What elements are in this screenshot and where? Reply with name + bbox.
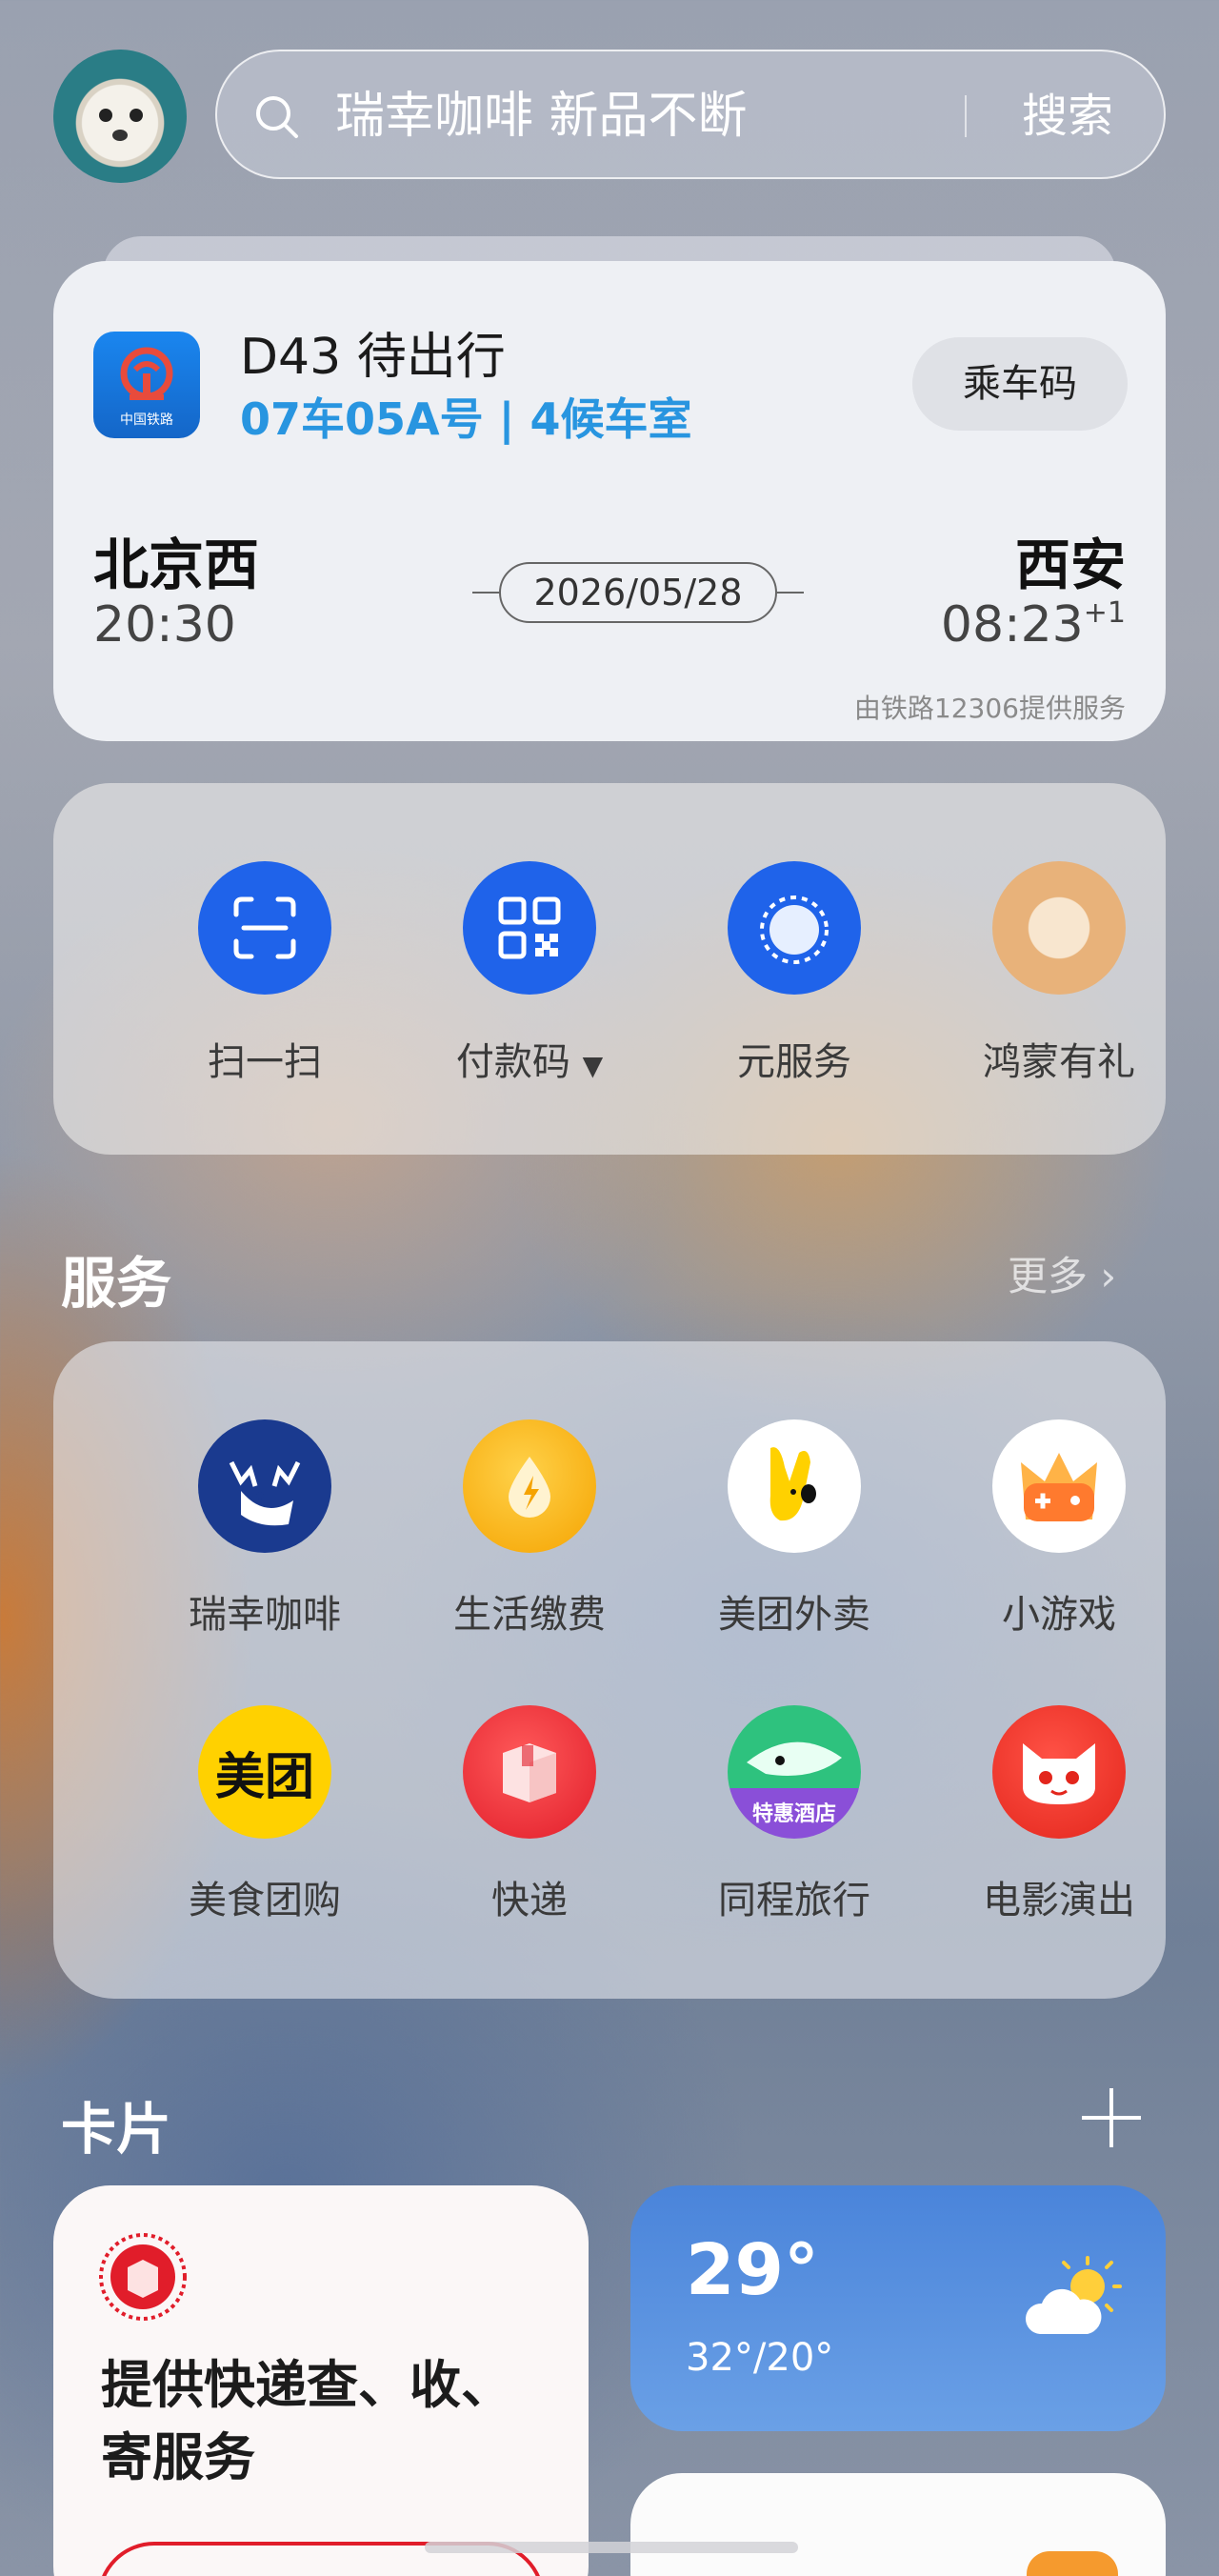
- home-indicator[interactable]: [425, 2542, 798, 2553]
- meituan-logo-text: 美团: [214, 1748, 314, 1806]
- quick-action-label: 鸿蒙有礼: [983, 1040, 1135, 1084]
- delivery-card[interactable]: 提供快递查、收、寄服务: [53, 2185, 589, 2576]
- service-label: 美团外卖: [718, 1593, 870, 1637]
- temperature-range: 32°/20°: [686, 2336, 834, 2380]
- search-bar[interactable]: 搜索: [215, 50, 1166, 179]
- tongcheng-badge: 特惠酒店: [751, 1802, 836, 1826]
- service-tongcheng-travel[interactable]: 特惠酒店 同程旅行: [670, 1705, 918, 1924]
- widget-app-icon: [1027, 2551, 1118, 2576]
- quick-action-label: 付款码 ▼: [406, 1031, 653, 1086]
- delivery-card-text: 提供快递查、收、寄服务: [101, 2355, 512, 2487]
- service-label: 电影演出: [983, 1879, 1135, 1922]
- departure-city: 北京西: [93, 533, 260, 597]
- chevron-right-icon: ›: [1100, 1253, 1117, 1299]
- meta-service-icon: [728, 861, 861, 995]
- widget-card[interactable]: [630, 2473, 1166, 2576]
- service-food-group-buy[interactable]: 美团 美食团购: [141, 1705, 389, 1924]
- quick-action-payment-code[interactable]: 付款码 ▼: [406, 861, 653, 1086]
- provider-text: 由铁路12306提供服务: [853, 693, 1126, 724]
- services-card: 瑞幸咖啡 生活缴费 美团外卖 小游戏 美团 美食团购 快递 特惠酒店 同程旅行 …: [53, 1341, 1166, 1999]
- current-temperature: 29°: [686, 2229, 819, 2311]
- service-luckin-coffee[interactable]: 瑞幸咖啡: [141, 1419, 389, 1639]
- day-offset: +1: [1083, 596, 1126, 630]
- quick-action-label: 元服务: [737, 1040, 851, 1084]
- search-button[interactable]: 搜索: [1022, 82, 1113, 151]
- chevron-down-icon[interactable]: ▼: [583, 1050, 604, 1081]
- service-label: 瑞幸咖啡: [189, 1593, 341, 1637]
- quick-action-scan[interactable]: 扫一扫: [141, 861, 389, 1086]
- arrival-time-value: 08:23: [940, 596, 1084, 654]
- luckin-coffee-icon: [198, 1419, 331, 1553]
- date-pill: 2026/05/28: [499, 562, 777, 623]
- search-icon: [256, 96, 298, 138]
- quick-action-harmony-gift[interactable]: 鸿蒙有礼: [935, 861, 1183, 1086]
- avatar-eye: [130, 109, 143, 122]
- quick-action-meta-service[interactable]: 元服务: [670, 861, 918, 1086]
- weather-card[interactable]: 29° 32°/20°: [630, 2185, 1166, 2431]
- avatar-eye: [99, 109, 112, 122]
- meituan-waimai-icon: [728, 1419, 861, 1553]
- china-railway-logo-icon: 中国铁路: [93, 332, 200, 438]
- service-label: 快递: [491, 1879, 568, 1922]
- service-label: 同程旅行: [718, 1879, 870, 1922]
- quick-actions-card: 扫一扫 付款码 ▼ 元服务 鸿蒙有礼: [53, 783, 1166, 1155]
- travel-date: 2026/05/28: [472, 562, 804, 623]
- service-label: 生活缴费: [453, 1593, 606, 1637]
- more-text: 更多: [1008, 1253, 1089, 1299]
- cards-title: 卡片: [61, 2097, 172, 2162]
- service-movie-show[interactable]: 电影演出: [935, 1705, 1183, 1924]
- arrival-time: 08:23+1: [941, 596, 1126, 654]
- train-title: D43 待出行: [240, 329, 506, 386]
- service-mini-game[interactable]: 小游戏: [935, 1419, 1183, 1639]
- services-title: 服务: [61, 1251, 172, 1316]
- service-label: 美食团购: [189, 1879, 341, 1922]
- mini-game-icon: [992, 1419, 1126, 1553]
- partly-cloudy-icon: [1025, 2256, 1122, 2334]
- scan-icon: [198, 861, 331, 995]
- service-utility-bill[interactable]: 生活缴费: [406, 1419, 653, 1639]
- date-line-right: [775, 592, 804, 594]
- service-label: 小游戏: [1002, 1593, 1116, 1637]
- avatar[interactable]: [53, 50, 187, 183]
- service-meituan-waimai[interactable]: 美团外卖: [670, 1419, 918, 1639]
- train-trip-card[interactable]: 中国铁路 D43 待出行 07车05A号 | 4候车室 乘车码 北京西 20:3…: [53, 261, 1166, 741]
- tongcheng-icon: 特惠酒店: [728, 1705, 861, 1839]
- boarding-code-button[interactable]: 乘车码: [912, 337, 1128, 431]
- add-card-icon[interactable]: [1078, 2084, 1145, 2151]
- train-seat-info: 07车05A号 | 4候车室: [240, 393, 692, 445]
- parcel-service-icon: [99, 2233, 187, 2321]
- logo-caption: 中国铁路: [120, 413, 173, 428]
- qr-code-icon: [463, 861, 596, 995]
- service-parcel[interactable]: 快递: [406, 1705, 653, 1924]
- services-more-link[interactable]: 更多 ›: [1008, 1244, 1116, 1302]
- payment-code-text: 付款码: [455, 1040, 570, 1084]
- quick-action-label: 扫一扫: [208, 1040, 322, 1084]
- avatar-nose: [112, 130, 128, 141]
- date-line-left: [472, 592, 501, 594]
- meituan-icon: 美团: [198, 1705, 331, 1839]
- departure-time: 20:30: [93, 596, 236, 654]
- harmony-gift-icon: [992, 861, 1126, 995]
- parcel-icon: [463, 1705, 596, 1839]
- search-input[interactable]: [335, 80, 907, 152]
- utility-bill-icon: [463, 1419, 596, 1553]
- maoyan-cat-icon: [992, 1705, 1126, 1839]
- search-divider: [965, 95, 967, 137]
- arrival-city: 西安: [1014, 533, 1126, 597]
